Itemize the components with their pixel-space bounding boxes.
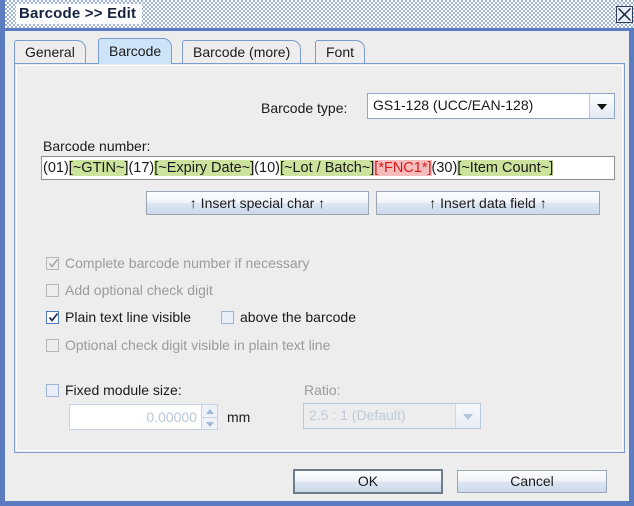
ratio-label: Ratio: [304, 382, 341, 398]
barcode-number-segment-8: [~Item Count~] [457, 160, 554, 176]
barcode-number-segment-5: [~Lot / Batch~] [279, 160, 375, 176]
barcode-number-segment-3: [~Expiry Date~] [154, 160, 255, 176]
barcode-number-segment-7: (30) [431, 160, 458, 176]
barcode-number-label: Barcode number: [43, 138, 151, 154]
checkbox-box[interactable] [46, 311, 59, 324]
tab-barcode[interactable]: Barcode [98, 38, 173, 64]
checkbox-complete-barcode-number: Complete barcode number if necessary [46, 255, 309, 271]
module-size-input[interactable]: 0.00000 [69, 404, 202, 430]
checkbox-above-the-barcode[interactable]: above the barcode [221, 309, 356, 325]
barcode-type-label: Barcode type: [261, 100, 348, 116]
checkbox-label: Optional check digit visible in plain te… [65, 337, 331, 353]
close-icon[interactable] [616, 6, 633, 23]
barcode-number-segment-6: [*FNC1*] [374, 160, 432, 176]
triangle-up-icon[interactable] [202, 405, 217, 418]
chevron-down-icon[interactable] [589, 94, 614, 118]
module-size-stepper[interactable] [202, 404, 218, 430]
checkbox-label: Add optional check digit [65, 282, 213, 298]
barcode-number-segment-1: [~GTIN~] [68, 160, 129, 176]
barcode-number-input[interactable]: (01)[~GTIN~](17)[~Expiry Date~](10)[~Lot… [41, 156, 615, 180]
checkbox-fixed-module-size[interactable]: Fixed module size: [46, 382, 182, 398]
checkbox-label: Plain text line visible [65, 309, 192, 325]
tab-font[interactable]: Font [315, 40, 366, 64]
tab-general[interactable]: General [14, 40, 86, 64]
checkbox-box [46, 339, 59, 352]
barcode-number-segment-4: (10) [254, 160, 280, 176]
ratio-value: 2.5 : 1 (Default) [309, 407, 406, 423]
title-bar: Barcode >> Edit [5, 0, 634, 31]
checkbox-label: Fixed module size: [65, 382, 182, 398]
barcode-number-segment-2: (17) [128, 160, 155, 176]
checkbox-add-optional-check-digit: Add optional check digit [46, 282, 213, 298]
ok-button[interactable]: OK [293, 469, 443, 494]
checkbox-label: above the barcode [240, 309, 356, 325]
checkbox-box [46, 257, 59, 270]
insert-special-char-button[interactable]: ↑ Insert special char ↑ [146, 191, 369, 215]
barcode-edit-dialog: Barcode >> Edit General Barcode Barcode … [0, 0, 634, 506]
module-size-unit-label: mm [227, 409, 251, 425]
insert-data-field-button[interactable]: ↑ Insert data field ↑ [376, 191, 600, 215]
checkbox-box[interactable] [46, 384, 59, 397]
checkbox-box[interactable] [221, 311, 234, 324]
checkbox-plain-text-line-visible[interactable]: Plain text line visible [46, 309, 191, 325]
checkbox-label: Complete barcode number if necessary [65, 255, 310, 271]
barcode-number-segment-0: (01) [43, 160, 69, 176]
barcode-type-value: GS1-128 (UCC/EAN-128) [373, 97, 534, 113]
checkbox-box [46, 284, 59, 297]
tab-strip: General Barcode Barcode (more) Font [14, 38, 625, 64]
window-title: Barcode >> Edit [16, 4, 143, 24]
chevron-down-icon [455, 404, 480, 428]
ratio-dropdown: 2.5 : 1 (Default) [303, 403, 481, 429]
cancel-button[interactable]: Cancel [457, 470, 607, 493]
triangle-down-icon[interactable] [202, 418, 217, 430]
tab-barcode-more[interactable]: Barcode (more) [182, 40, 302, 64]
checkbox-optional-check-digit-visible: Optional check digit visible in plain te… [46, 337, 330, 353]
barcode-type-dropdown[interactable]: GS1-128 (UCC/EAN-128) [367, 93, 615, 119]
